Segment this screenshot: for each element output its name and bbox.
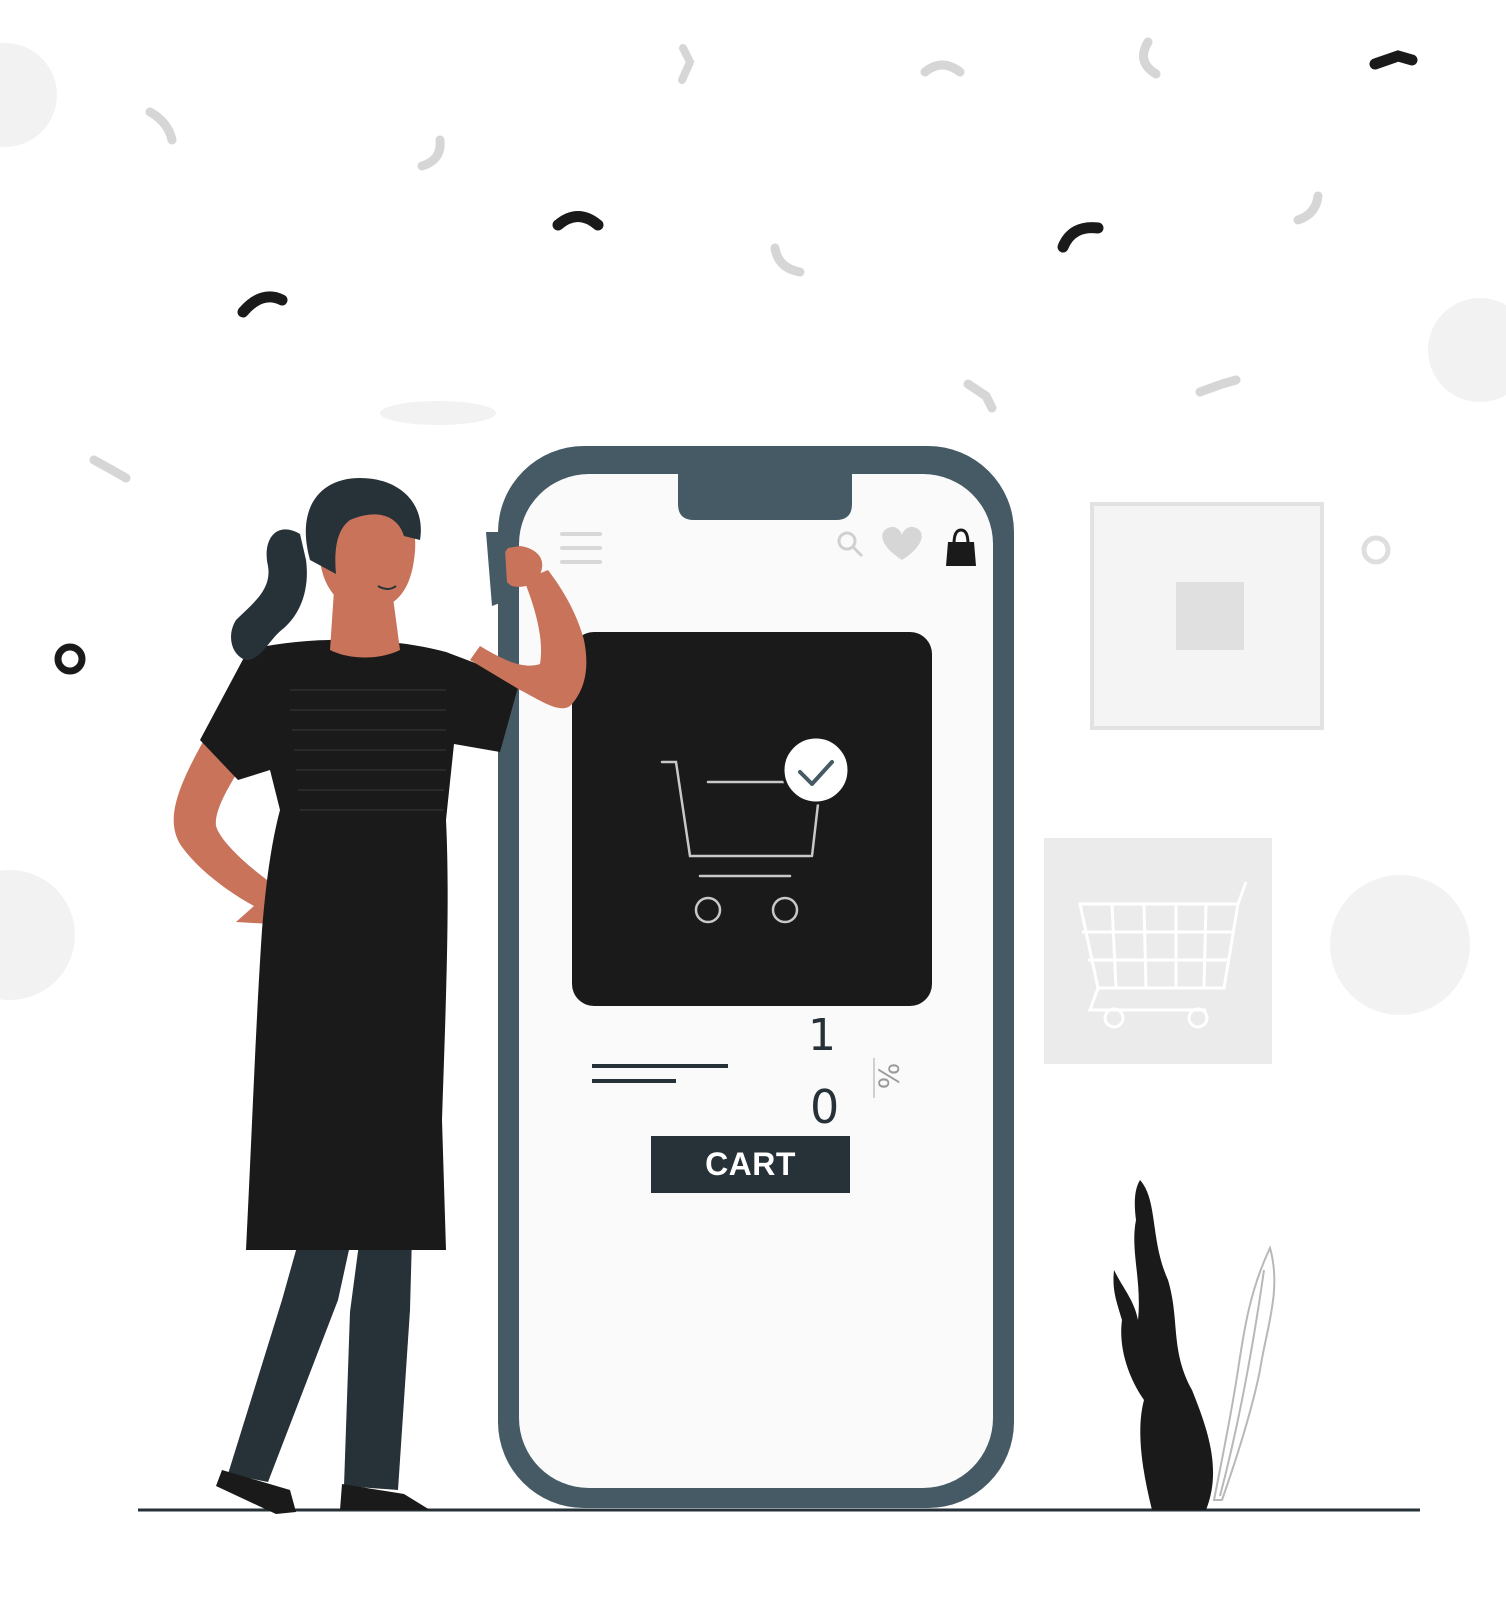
quantity-bottom-digit: 0: [810, 1080, 840, 1134]
plant-leaf-light: [1212, 1245, 1276, 1501]
confetti-piece: [145, 107, 177, 145]
bg-circle: [0, 870, 75, 1000]
plant-leaf-dark: [1113, 1180, 1214, 1510]
bg-circle: [0, 43, 57, 147]
confetti-piece: [552, 211, 604, 231]
confetti-ring: [1361, 535, 1391, 565]
plant-icon: [1113, 1180, 1276, 1510]
confetti-piece: [770, 243, 805, 277]
confetti-piece: [1293, 191, 1323, 225]
product-frame: [1090, 502, 1324, 730]
confetti-piece: [1057, 222, 1104, 253]
cart-panel-box: [1044, 838, 1272, 1064]
bg-circle: [1330, 875, 1470, 1015]
confetti-ring: [54, 643, 86, 675]
leg-back: [228, 1236, 352, 1482]
confetti-piece: [1139, 37, 1161, 79]
bg-cloud: [380, 401, 496, 425]
confetti-piece: [963, 379, 997, 413]
phone-notch: [678, 470, 852, 520]
leg-front: [344, 1236, 412, 1490]
cart-panel: [1044, 838, 1272, 1064]
percent-symbol: %: [872, 1062, 906, 1090]
ecommerce-illustration: 1 0 % CART: [0, 0, 1506, 1618]
phone: [498, 446, 1014, 1508]
confetti-piece: [920, 60, 965, 77]
product-card: [572, 632, 932, 1006]
confetti-piece: [1369, 50, 1418, 70]
confetti-piece: [89, 455, 131, 483]
cart-button[interactable]: CART: [651, 1136, 850, 1193]
product-thumbnail: [1176, 582, 1244, 650]
confetti-piece: [1195, 375, 1241, 397]
dress: [200, 639, 520, 1250]
bg-circle: [1428, 298, 1506, 402]
check-icon: [781, 735, 851, 805]
confetti-piece: [678, 44, 695, 84]
confetti-piece: [417, 135, 445, 171]
hair-ponytail: [231, 529, 307, 660]
confetti-piece: [237, 291, 288, 318]
quantity-top-digit: 1: [808, 1010, 836, 1061]
illustration-canvas: [0, 37, 1506, 1514]
